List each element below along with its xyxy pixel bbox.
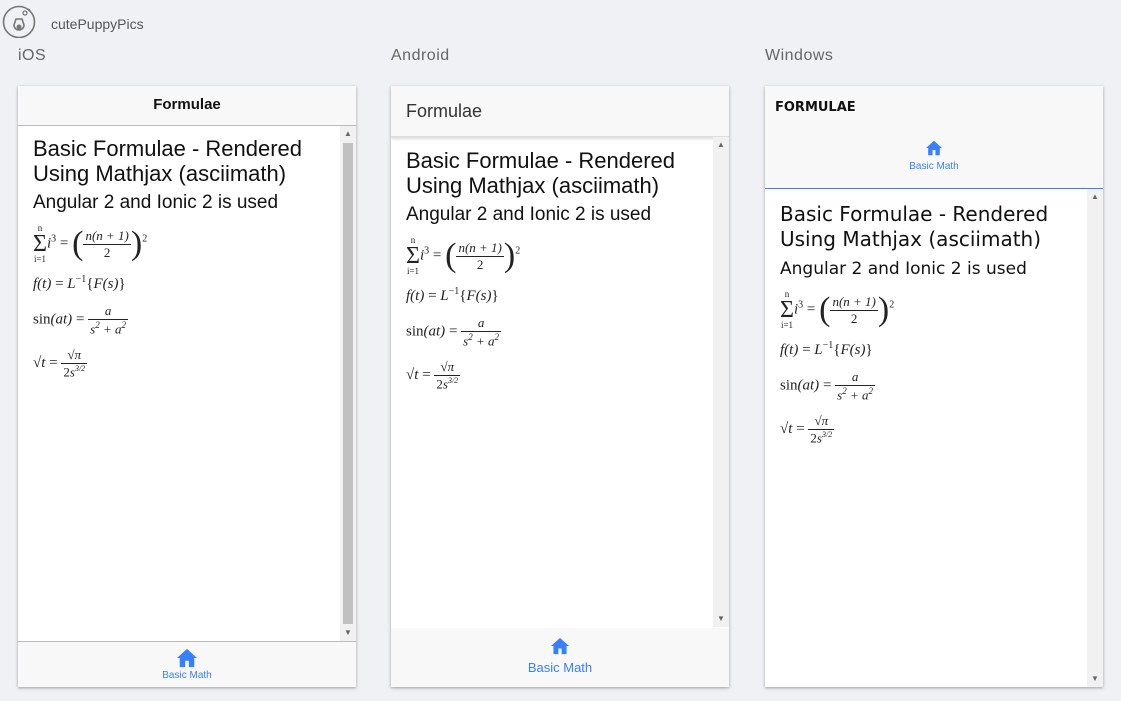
formula-list: n Σi=1i3 = (n(n + 1) 2)2 f(t) = L−1{F(s)} …	[406, 236, 706, 393]
ios-tab-bar: Basic Math	[18, 641, 356, 687]
tab-basic-math[interactable]: Basic Math	[391, 637, 729, 675]
formula-list: n Σi=1i3 = (n(n + 1) 2)2 f(t) = L−1{F(s)} …	[33, 224, 333, 381]
scroll-down-arrow-icon[interactable]: ▼	[340, 627, 356, 639]
tab-basic-math[interactable]: Basic Math	[18, 648, 356, 681]
formula-sum-of-cubes: n Σi=1i3 = (n(n + 1) 2)2	[780, 289, 895, 330]
formula-laplace-sin: sin(at) = a s2 + a2	[406, 315, 501, 349]
page-title: Formulae	[153, 96, 221, 113]
ios-header: Formulae	[18, 86, 356, 126]
formula-sum-of-cubes: n Σi=1i3 = (n(n + 1) 2)2	[406, 235, 521, 276]
home-icon	[551, 637, 569, 655]
scroll-up-arrow-icon[interactable]: ▲	[1087, 191, 1103, 203]
formula-laplace-sqrt: √t = √π 2s3/2	[406, 359, 461, 392]
tab-label: Basic Math	[909, 161, 959, 172]
scroll-up-arrow-icon[interactable]: ▲	[713, 139, 729, 151]
platform-label-windows: Windows	[765, 47, 834, 64]
formula-laplace-sin: sin(at) = a s2 + a2	[780, 369, 875, 403]
scroll-up-arrow-icon[interactable]: ▲	[340, 128, 356, 140]
formula-inverse-laplace: f(t) = L−1{F(s)}	[780, 340, 873, 358]
scroll-down-arrow-icon[interactable]: ▼	[713, 613, 729, 625]
platform-label-android: Android	[391, 47, 450, 64]
page-heading: Basic Formulae - Rendered Using Mathjax …	[780, 202, 1049, 251]
android-tab-bar: Basic Math	[391, 628, 729, 687]
formula-laplace-sin: sin(at) = a s2 + a2	[33, 303, 128, 337]
formula-sum-of-cubes: n Σi=1i3 = (n(n + 1) 2)2	[33, 223, 148, 264]
windows-device-frame: FORMULAE Basic Math Basic Formulae - Ren…	[765, 86, 1103, 687]
formula-inverse-laplace: f(t) = L−1{F(s)}	[406, 286, 499, 304]
page-title: FORMULAE	[775, 100, 856, 115]
content-scrollbar[interactable]: ▲ ▼	[340, 126, 356, 641]
tab-basic-math[interactable]: Basic Math	[765, 140, 1103, 172]
page-content[interactable]: Basic Formulae - Rendered Using Mathjax …	[765, 202, 1080, 447]
tab-label: Basic Math	[162, 670, 212, 681]
formula-inverse-laplace: f(t) = L−1{F(s)}	[33, 274, 126, 292]
formula-laplace-sqrt: √t = √π 2s3/2	[780, 413, 835, 446]
page-subheading: Angular 2 and Ionic 2 is used	[780, 259, 1027, 279]
home-icon	[926, 140, 942, 156]
page-heading: Basic Formulae - Rendered Using Mathjax …	[33, 136, 303, 186]
page-content[interactable]: Basic Formulae - Rendered Using Mathjax …	[391, 148, 706, 393]
formula-laplace-sqrt: √t = √π 2s3/2	[33, 347, 88, 380]
page-title: Formulae	[406, 101, 483, 121]
page-content[interactable]: Basic Formulae - Rendered Using Mathjax …	[18, 136, 333, 381]
scrollbar-thumb[interactable]	[343, 143, 353, 624]
tab-label: Basic Math	[527, 660, 593, 675]
android-device-frame: Formulae Basic Formulae - Rendered Using…	[391, 86, 729, 687]
page-subheading: Angular 2 and Ionic 2 is used	[406, 204, 652, 225]
platform-label-ios: iOS	[18, 47, 47, 64]
content-scrollbar[interactable]: ▲ ▼	[1087, 189, 1103, 687]
formula-list: n Σi=1i3 = (n(n + 1) 2)2 f(t) = L−1{F(s)} …	[780, 290, 1080, 447]
android-header: Formulae	[391, 86, 729, 137]
home-icon	[177, 648, 197, 668]
ios-device-frame: Formulae Basic Formulae - Rendered Using…	[18, 86, 356, 687]
app-name: cutePuppyPics	[51, 16, 144, 32]
app-logo	[2, 5, 36, 38]
page-subheading: Angular 2 and Ionic 2 is used	[33, 192, 279, 213]
scroll-down-arrow-icon[interactable]: ▼	[1087, 673, 1103, 685]
windows-header: FORMULAE Basic Math	[765, 86, 1103, 189]
page-heading: Basic Formulae - Rendered Using Mathjax …	[406, 148, 676, 198]
content-scrollbar[interactable]: ▲ ▼	[713, 137, 729, 627]
